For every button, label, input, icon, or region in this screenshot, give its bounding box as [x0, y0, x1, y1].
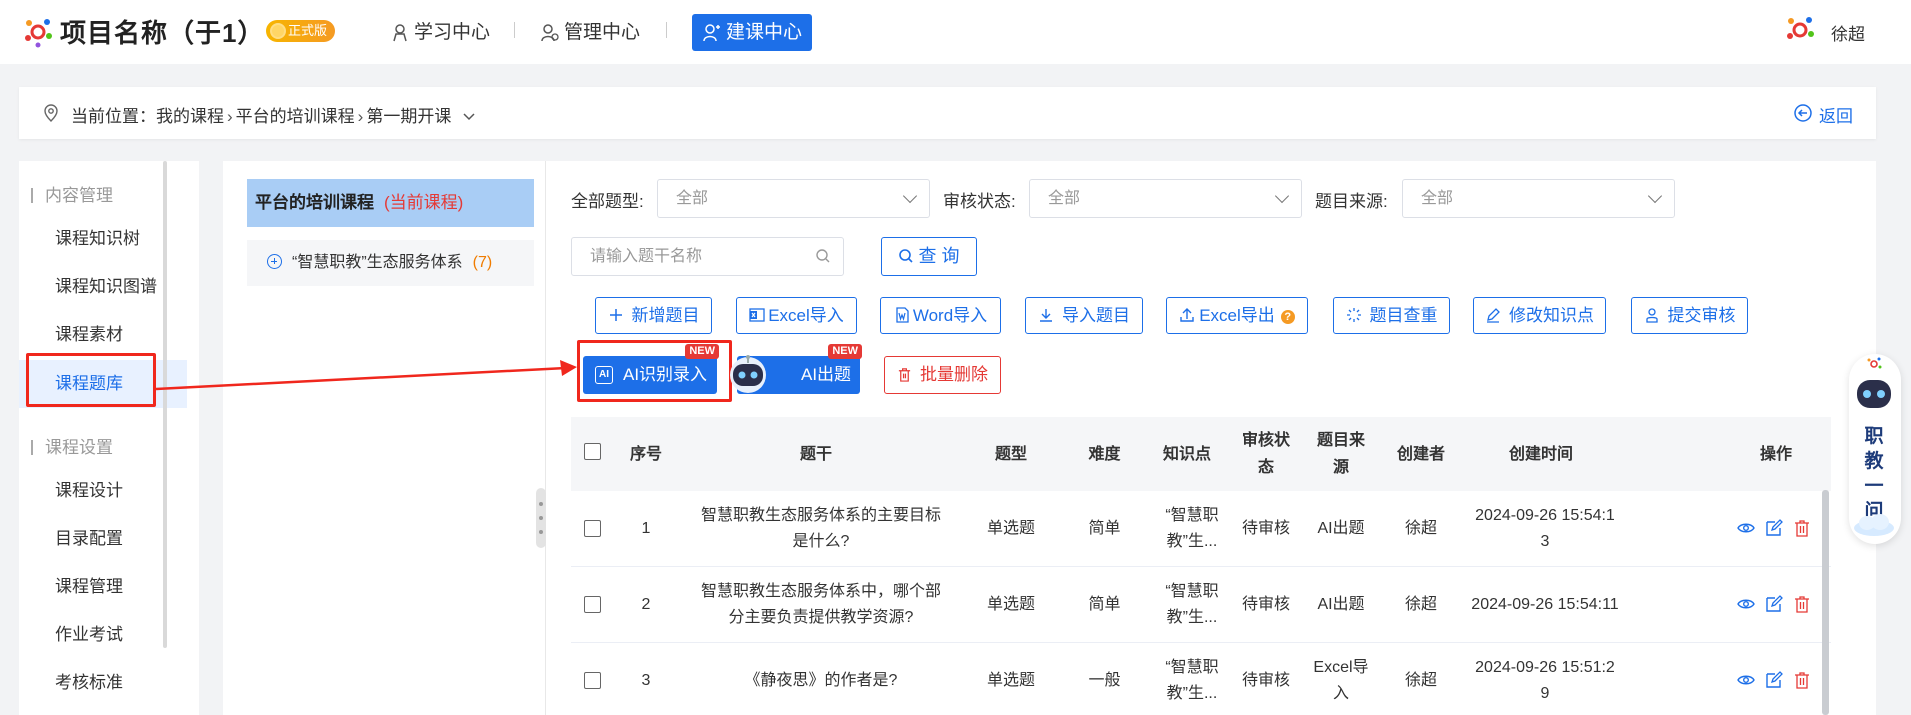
cell-creator: 徐超 — [1404, 672, 1437, 689]
table-scrollbar[interactable] — [1822, 490, 1829, 715]
cell-source: Excel导入 — [1313, 659, 1369, 702]
cell-type: 单选题 — [986, 520, 1035, 537]
cell-index: 3 — [641, 672, 651, 689]
view-eye-icon[interactable] — [1737, 671, 1755, 689]
table-row: 1 智慧职教生态服务体系的主要目标是什么? 单选题 简单 “智慧职教”生... … — [571, 491, 1831, 567]
col-stem: 题干 — [799, 445, 832, 463]
table-row: 2 智慧职教生态服务体系中，哪个部分主要负责提供教学资源? 单选题 简单 “智慧… — [571, 567, 1831, 643]
col-created-time: 创建时间 — [1508, 445, 1573, 463]
edit-icon[interactable] — [1765, 671, 1783, 689]
brand-logo-icon — [1867, 357, 1882, 369]
col-difficulty: 难度 — [1088, 445, 1121, 463]
cell-difficulty: 简单 — [1088, 596, 1121, 613]
cell-type: 单选题 — [986, 672, 1035, 689]
cell-knowledge: “智慧职教”生... — [1165, 659, 1219, 702]
cell-stem: 《静夜思》的作者是? — [744, 672, 898, 689]
cell-stem: 智慧职教生态服务体系的主要目标是什么? — [700, 507, 941, 550]
cell-difficulty: 简单 — [1088, 520, 1121, 537]
cell-source: AI出题 — [1317, 520, 1365, 537]
cell-difficulty: 一般 — [1088, 672, 1121, 689]
cell-index: 2 — [641, 596, 651, 613]
cell-creator: 徐超 — [1404, 520, 1437, 537]
col-knowledge: 知识点 — [1162, 445, 1211, 463]
col-source: 题目来源 — [1316, 432, 1365, 476]
table-header: 序号 题干 题型 难度 知识点 审核状态 题目来源 创建者 创建时间 操作 — [571, 417, 1831, 491]
table-row: 3 《静夜思》的作者是? 单选题 一般 “智慧职教”生... 待审核 Excel… — [571, 643, 1831, 715]
cell-type: 单选题 — [986, 596, 1035, 613]
cell-stem: 智慧职教生态服务体系中，哪个部分主要负责提供教学资源? — [700, 583, 941, 626]
cell-knowledge: “智慧职教”生... — [1165, 583, 1219, 626]
cell-index: 1 — [641, 520, 651, 537]
cell-created-time: 2024-09-26 15:54:13 — [1475, 507, 1615, 550]
col-review-status: 审核状态 — [1241, 432, 1290, 476]
cell-created-time: 2024-09-26 15:51:29 — [1475, 659, 1615, 702]
cell-knowledge: “智慧职教”生... — [1165, 507, 1219, 550]
cell-review-status: 待审核 — [1241, 520, 1290, 537]
cell-source: AI出题 — [1317, 596, 1365, 613]
select-all-checkbox[interactable] — [584, 443, 601, 460]
edit-icon[interactable] — [1765, 595, 1783, 613]
cell-creator: 徐超 — [1404, 596, 1437, 613]
row-checkbox[interactable] — [584, 596, 601, 613]
row-checkbox[interactable] — [584, 672, 601, 689]
cell-created-time: 2024-09-26 15:54:11 — [1471, 596, 1619, 613]
assistant-label[interactable]: 职教一问 — [1862, 424, 1886, 524]
robot-icon[interactable] — [1852, 372, 1896, 416]
col-index: 序号 — [629, 445, 662, 463]
delete-trash-icon[interactable] — [1793, 595, 1811, 613]
cloud-icon — [1854, 514, 1894, 536]
view-eye-icon[interactable] — [1737, 595, 1755, 613]
row-actions — [1737, 671, 1817, 691]
delete-trash-icon[interactable] — [1793, 671, 1811, 689]
col-type: 题型 — [994, 445, 1027, 463]
view-eye-icon[interactable] — [1737, 519, 1755, 537]
delete-trash-icon[interactable] — [1793, 519, 1811, 537]
edit-icon[interactable] — [1765, 519, 1783, 537]
row-actions — [1737, 595, 1817, 615]
row-checkbox[interactable] — [584, 520, 601, 537]
col-creator: 创建者 — [1396, 445, 1445, 463]
col-actions: 操作 — [1759, 445, 1792, 463]
row-actions — [1737, 519, 1817, 539]
cell-review-status: 待审核 — [1241, 596, 1290, 613]
cell-review-status: 待审核 — [1241, 672, 1290, 689]
